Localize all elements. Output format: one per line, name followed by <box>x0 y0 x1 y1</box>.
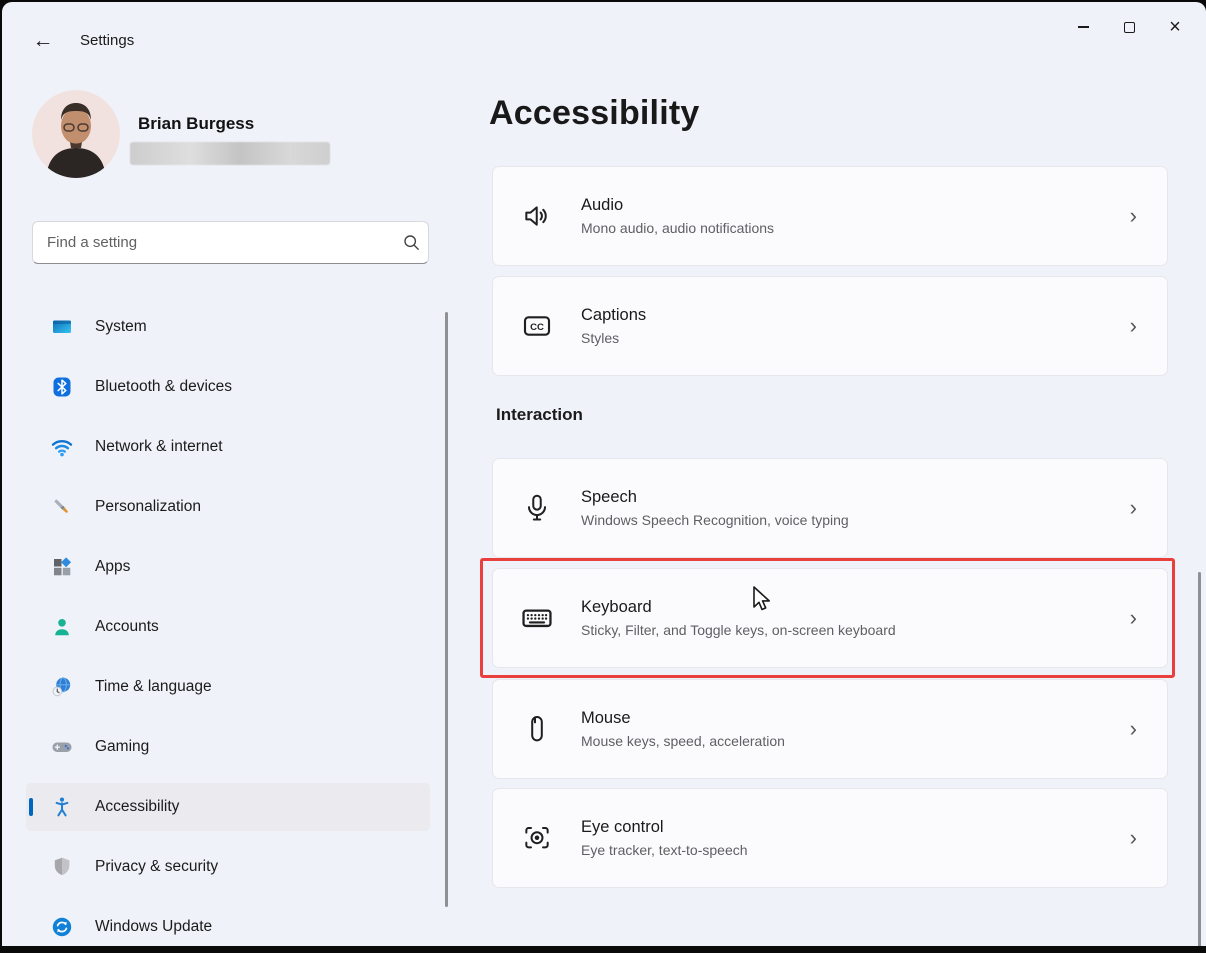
sidebar-item-label: Bluetooth & devices <box>95 378 232 396</box>
bluetooth-icon <box>51 376 73 398</box>
captions-icon: CC <box>517 310 557 342</box>
card-subtitle: Eye tracker, text-to-speech <box>581 842 748 858</box>
card-subtitle: Mouse keys, speed, acceleration <box>581 733 785 749</box>
card-title: Mouse <box>581 709 785 728</box>
sidebar-item-label: Apps <box>95 558 130 576</box>
sidebar-item-accounts[interactable]: Accounts <box>26 603 430 651</box>
card-eye-control[interactable]: Eye control Eye tracker, text-to-speech … <box>492 788 1168 888</box>
chevron-right-icon: › <box>1130 825 1137 851</box>
wifi-icon <box>51 436 73 458</box>
back-arrow-icon: ← <box>33 29 54 53</box>
sidebar-item-apps[interactable]: Apps <box>26 543 430 591</box>
minimize-button[interactable] <box>1060 8 1106 46</box>
back-button[interactable]: ← <box>26 24 60 58</box>
search-input[interactable] <box>33 234 394 251</box>
close-button[interactable]: × <box>1152 8 1198 46</box>
card-title: Eye control <box>581 818 748 837</box>
eye-control-icon <box>517 822 557 854</box>
avatar-photo <box>32 90 120 178</box>
keyboard-icon <box>517 601 557 635</box>
mouse-icon <box>517 713 557 745</box>
sidebar-item-accessibility[interactable]: Accessibility <box>26 783 430 831</box>
microphone-icon <box>517 492 557 524</box>
globe-clock-icon <box>51 676 73 698</box>
card-subtitle: Windows Speech Recognition, voice typing <box>581 512 849 528</box>
settings-window: ← Settings × Brian Burgess <box>2 2 1206 946</box>
card-title: Speech <box>581 488 849 507</box>
sidebar-item-label: Time & language <box>95 678 212 696</box>
sidebar-item-bluetooth[interactable]: Bluetooth & devices <box>26 363 430 411</box>
chevron-right-icon: › <box>1130 313 1137 339</box>
card-audio[interactable]: Audio Mono audio, audio notifications › <box>492 166 1168 266</box>
sidebar-item-personalization[interactable]: Personalization <box>26 483 430 531</box>
card-title: Audio <box>581 196 774 215</box>
sidebar-item-label: Privacy & security <box>95 858 218 876</box>
sidebar-item-label: Accessibility <box>95 798 179 816</box>
paintbrush-icon <box>51 496 73 518</box>
search-icon <box>394 234 428 251</box>
user-name: Brian Burgess <box>138 114 254 134</box>
maximize-button[interactable] <box>1106 8 1152 46</box>
card-title: Captions <box>581 306 646 325</box>
sidebar-item-privacy[interactable]: Privacy & security <box>26 843 430 891</box>
apps-icon <box>51 556 73 578</box>
chevron-right-icon: › <box>1130 605 1137 631</box>
gamepad-icon <box>51 736 73 758</box>
sidebar-item-system[interactable]: System <box>26 303 430 351</box>
section-header-interaction: Interaction <box>496 405 583 425</box>
chevron-right-icon: › <box>1130 495 1137 521</box>
chevron-right-icon: › <box>1130 203 1137 229</box>
card-title: Keyboard <box>581 598 896 617</box>
redacted-email-bar <box>130 142 330 165</box>
user-avatar[interactable] <box>32 90 120 178</box>
sidebar-item-gaming[interactable]: Gaming <box>26 723 430 771</box>
sidebar-item-windows-update[interactable]: Windows Update <box>26 903 430 946</box>
card-mouse[interactable]: Mouse Mouse keys, speed, acceleration › <box>492 679 1168 779</box>
speaker-icon <box>517 200 557 232</box>
sidebar-item-network[interactable]: Network & internet <box>26 423 430 471</box>
search-box <box>32 221 429 264</box>
card-subtitle: Sticky, Filter, and Toggle keys, on-scre… <box>581 622 896 638</box>
card-subtitle: Mono audio, audio notifications <box>581 220 774 236</box>
system-icon <box>51 316 73 338</box>
person-icon <box>51 616 73 638</box>
chevron-right-icon: › <box>1130 716 1137 742</box>
card-subtitle: Styles <box>581 330 646 346</box>
minimize-icon <box>1078 26 1089 28</box>
sidebar-item-label: System <box>95 318 147 336</box>
sidebar-item-label: Network & internet <box>95 438 223 456</box>
sidebar-item-label: Gaming <box>95 738 149 756</box>
sidebar-scrollbar[interactable] <box>445 312 448 907</box>
close-icon: × <box>1169 17 1181 37</box>
card-captions[interactable]: CC Captions Styles › <box>492 276 1168 376</box>
sidebar-item-label: Personalization <box>95 498 201 516</box>
app-title: Settings <box>80 32 134 49</box>
sidebar-item-time-language[interactable]: Time & language <box>26 663 430 711</box>
accessibility-icon <box>51 796 73 818</box>
card-speech[interactable]: Speech Windows Speech Recognition, voice… <box>492 458 1168 558</box>
page-title: Accessibility <box>489 94 700 133</box>
sidebar-nav: System Bluetooth & devices Network & int… <box>26 303 430 946</box>
svg-text:CC: CC <box>530 322 544 333</box>
sync-icon <box>51 916 73 938</box>
maximize-icon <box>1124 22 1135 33</box>
sidebar-item-label: Windows Update <box>95 918 212 936</box>
main-scrollbar[interactable] <box>1198 572 1201 946</box>
sidebar-item-label: Accounts <box>95 618 159 636</box>
shield-icon <box>51 856 73 878</box>
window-controls: × <box>1060 8 1198 46</box>
card-keyboard[interactable]: Keyboard Sticky, Filter, and Toggle keys… <box>492 568 1168 668</box>
